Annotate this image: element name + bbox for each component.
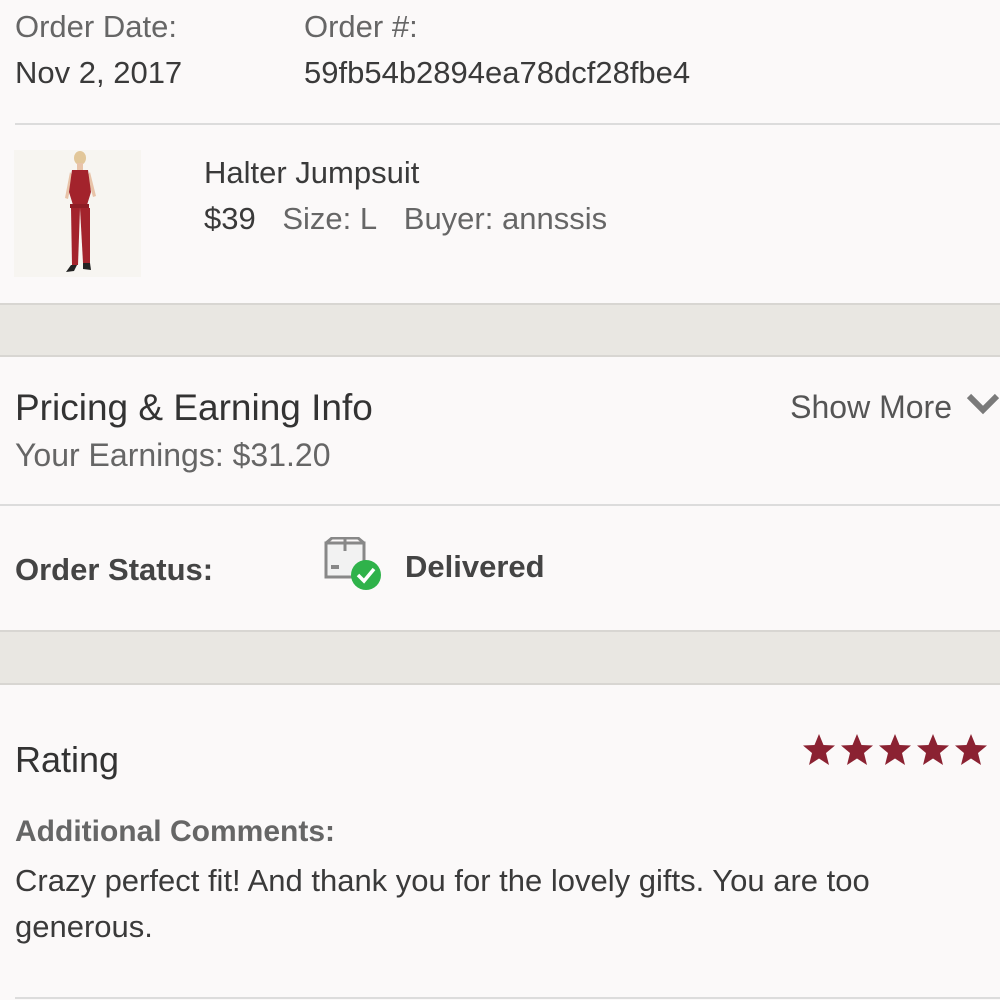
star-icon (879, 734, 911, 765)
section-separator (0, 630, 1000, 685)
star-icon (955, 734, 987, 765)
star-icon (803, 734, 835, 765)
your-earnings: Your Earnings: $31.20 (15, 437, 331, 473)
additional-comments-text: Crazy perfect fit! And thank you for the… (15, 863, 870, 944)
order-date-value: Nov 2, 2017 (15, 55, 183, 90)
order-details-page: Order Date: Nov 2, 2017 Order #: 59fb54b… (0, 0, 1000, 1000)
product-size: Size: L (282, 201, 378, 236)
order-number-label: Order #: (304, 9, 418, 44)
rating-title: Rating (15, 739, 120, 780)
section-separator (0, 303, 1000, 357)
product-meta: $39 Size: L Buyer: annssis (204, 201, 607, 237)
package-delivered-icon (324, 537, 381, 590)
order-item[interactable]: Halter Jumpsuit $39 Size: L Buyer: annss… (0, 125, 1000, 303)
order-status-label: Order Status: (15, 552, 214, 587)
show-more-label: Show More (790, 389, 952, 425)
buyer-name[interactable]: Buyer: annssis (404, 201, 607, 236)
order-date-label: Order Date: (15, 9, 177, 44)
order-number-value: 59fb54b2894ea78dcf28fbe4 (304, 55, 691, 90)
star-rating (802, 733, 988, 767)
order-header: Order Date: Nov 2, 2017 Order #: 59fb54b… (0, 0, 1000, 123)
rating-section: Rating Additional Comments: Crazy perfec… (0, 685, 1000, 1000)
jumpsuit-image (14, 150, 141, 277)
product-price: $39 (204, 201, 256, 236)
product-thumbnail[interactable] (14, 150, 141, 277)
order-status-value: Delivered (405, 549, 545, 584)
show-more-button[interactable]: Show More (760, 387, 1000, 427)
pricing-section: Pricing & Earning Info Your Earnings: $3… (0, 357, 1000, 504)
product-title[interactable]: Halter Jumpsuit (204, 155, 419, 191)
pricing-title: Pricing & Earning Info (15, 387, 373, 428)
chevron-down-icon (966, 393, 1000, 415)
order-status-section: Order Status: Delivered (0, 506, 1000, 630)
additional-comments-label: Additional Comments: (15, 815, 335, 848)
bottom-divider (15, 997, 1000, 999)
star-icon (917, 734, 949, 765)
star-icon (841, 734, 873, 765)
